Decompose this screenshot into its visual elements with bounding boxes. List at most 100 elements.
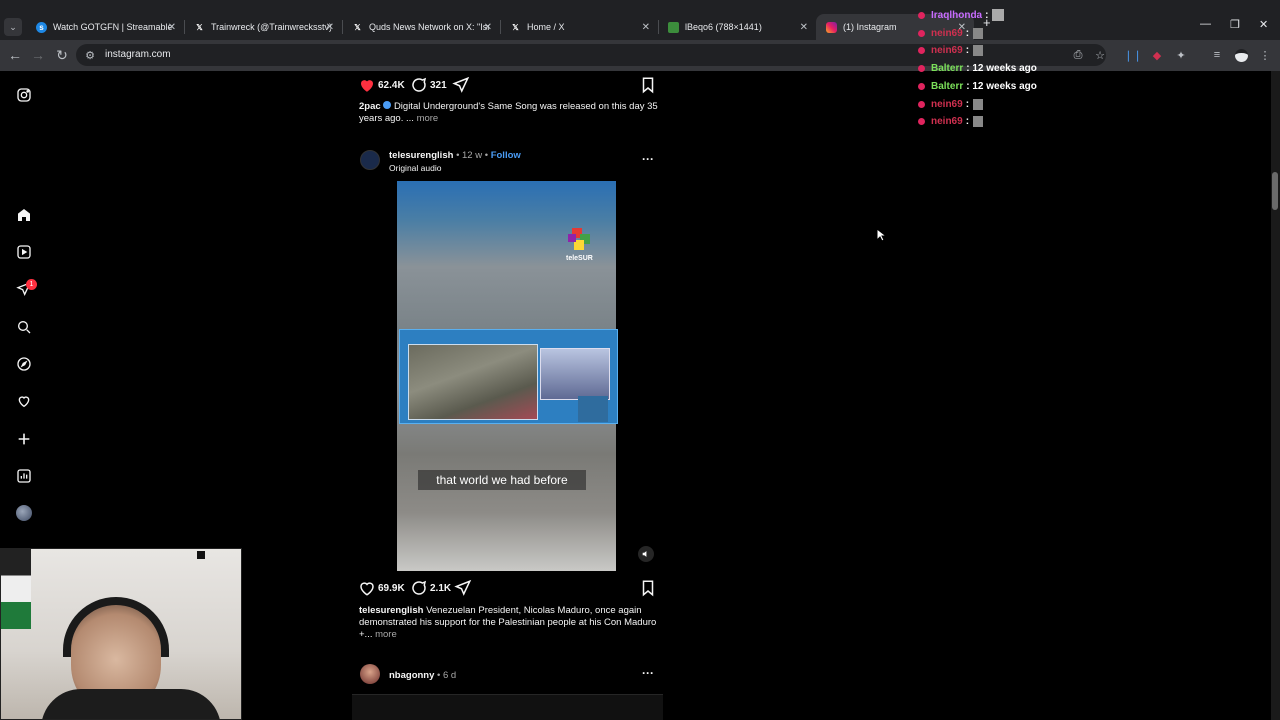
microphone-image	[197, 551, 205, 559]
tab-title: lBeqo6 (788×1441)	[685, 22, 762, 32]
bookmark-star-icon[interactable]: ☆	[1092, 47, 1108, 63]
reels-icon[interactable]	[14, 242, 34, 262]
site-info-icon[interactable]: ⚙	[82, 47, 98, 63]
emote-icon	[973, 44, 984, 56]
chat-text: :	[965, 44, 970, 56]
caption-username[interactable]: 2pac	[359, 101, 381, 112]
profile-avatar[interactable]	[16, 505, 32, 521]
chat-text: : 12 weeks ago	[966, 62, 1037, 74]
post-username[interactable]: telesurenglish	[389, 150, 453, 161]
url-text[interactable]: instagram.com	[105, 49, 171, 60]
search-icon[interactable]	[14, 317, 34, 337]
more-link[interactable]: more	[375, 629, 397, 640]
install-app-icon[interactable]: ⎙	[1070, 47, 1086, 63]
comment-count[interactable]: 321	[430, 80, 447, 91]
sign-language-interpreter-image	[578, 396, 608, 422]
post-caption: 2pac Digital Underground's Same Song was…	[359, 101, 659, 125]
profile-icon[interactable]	[1233, 47, 1249, 63]
explore-compass-icon[interactable]	[14, 354, 34, 374]
tab-trainwreck[interactable]: 𝕏 Trainwreck (@Trainwrecksstv) / X ✕	[184, 14, 342, 40]
like-count[interactable]: 62.4K	[378, 80, 405, 91]
emote-icon	[973, 27, 984, 39]
post-audio[interactable]: Original audio	[389, 163, 441, 173]
post-author-avatar[interactable]	[360, 150, 380, 170]
instagram-logo-icon[interactable]	[14, 85, 34, 105]
caption-username[interactable]: telesurenglish	[359, 605, 423, 616]
webcam-overlay	[0, 548, 242, 720]
chat-message: Balterr : 12 weeks ago	[918, 61, 1037, 75]
chat-badge-icon	[918, 11, 925, 19]
post-header: nbagonny • 6 d	[389, 670, 456, 681]
close-tab-icon[interactable]: ✕	[642, 22, 650, 33]
maximize-icon[interactable]: ❐	[1230, 18, 1240, 31]
scrollbar-track[interactable]	[1271, 71, 1280, 720]
crowd-image	[408, 344, 538, 420]
close-tab-icon[interactable]: ✕	[326, 22, 334, 33]
tab-image[interactable]: lBeqo6 (788×1441) ✕	[658, 14, 816, 40]
comment-icon[interactable]	[410, 579, 428, 597]
mouse-cursor-icon	[876, 228, 886, 242]
back-icon[interactable]: ←	[6, 46, 24, 64]
media-control-icon[interactable]: ≡	[1209, 47, 1225, 63]
forward-icon[interactable]: →	[29, 46, 47, 64]
home-icon[interactable]	[14, 205, 34, 225]
browser-tab-bar: ⌄ s Watch GOTGFN | Streamable ✕ 𝕏 Trainw…	[0, 0, 1280, 40]
comment-count[interactable]: 2.1K	[430, 583, 451, 594]
scrollbar-thumb[interactable]	[1272, 172, 1278, 210]
post-username[interactable]: nbagonny	[389, 670, 434, 681]
tab-quds-news[interactable]: 𝕏 Quds News Network on X: "Isra ✕	[342, 14, 500, 40]
caption-text: Digital Underground's Same Song was rele…	[393, 101, 658, 112]
chat-text: :	[985, 9, 989, 21]
chat-text: :	[965, 27, 970, 39]
minimize-icon[interactable]: —	[1200, 18, 1211, 30]
chat-username: Iraqlhonda	[931, 9, 983, 21]
tab-search-button[interactable]: ⌄	[4, 18, 22, 36]
chat-message: nein69 :	[918, 26, 984, 40]
tab-home-x[interactable]: 𝕏 Home / X ✕	[500, 14, 658, 40]
notifications-heart-icon[interactable]	[14, 391, 34, 411]
extension-icon[interactable]: ◆	[1149, 47, 1165, 63]
close-window-icon[interactable]: ✕	[1259, 18, 1268, 31]
extension-icon[interactable]: ❘❘	[1124, 47, 1142, 63]
share-icon[interactable]	[454, 579, 472, 597]
dashboard-icon[interactable]	[14, 466, 34, 486]
liked-heart-icon[interactable]	[358, 76, 376, 94]
audio-toggle-button[interactable]	[638, 546, 654, 562]
instagram-icon	[826, 21, 837, 33]
video-player[interactable]	[352, 181, 663, 571]
chat-text: : 12 weeks ago	[966, 80, 1037, 92]
notification-badge: 1	[26, 279, 37, 290]
share-icon[interactable]	[452, 76, 470, 94]
caption-text: years ago. ...	[359, 113, 414, 124]
like-heart-icon[interactable]	[358, 579, 376, 597]
emote-icon	[992, 9, 1005, 21]
more-link[interactable]: more	[417, 113, 439, 124]
x-icon: 𝕏	[512, 22, 519, 32]
like-count[interactable]: 69.9K	[378, 583, 405, 594]
create-plus-icon[interactable]	[14, 429, 34, 449]
chat-username: Balterr	[931, 62, 964, 74]
speaker-image	[540, 348, 610, 400]
more-options-icon[interactable]: ···	[642, 152, 654, 166]
streamer-shirt-image	[41, 689, 221, 719]
menu-kebab-icon[interactable]: ⋮	[1257, 47, 1273, 63]
close-tab-icon[interactable]: ✕	[168, 22, 176, 33]
close-tab-icon[interactable]: ✕	[484, 22, 492, 33]
tab-title: Quds News Network on X: "Isra	[369, 22, 489, 32]
post-time: • 12 w •	[456, 150, 489, 161]
extensions-puzzle-icon[interactable]: ✦	[1173, 47, 1189, 63]
post-author-avatar[interactable]	[360, 664, 380, 684]
chat-message: nein69 :	[918, 43, 984, 57]
comment-icon[interactable]	[410, 76, 428, 94]
save-bookmark-icon[interactable]	[639, 579, 657, 597]
close-tab-icon[interactable]: ✕	[800, 22, 808, 33]
more-options-icon[interactable]: ···	[642, 666, 654, 680]
chat-username: nein69	[931, 27, 963, 39]
reload-icon[interactable]: ↻	[53, 46, 71, 64]
chat-badge-icon	[918, 46, 925, 54]
save-bookmark-icon[interactable]	[639, 76, 657, 94]
tab-streamable[interactable]: s Watch GOTGFN | Streamable ✕	[26, 14, 184, 40]
chat-message: Balterr : 12 weeks ago	[918, 79, 1037, 93]
follow-button[interactable]: Follow	[491, 150, 521, 161]
post-header: telesurenglish • 12 w • Follow	[389, 150, 521, 161]
